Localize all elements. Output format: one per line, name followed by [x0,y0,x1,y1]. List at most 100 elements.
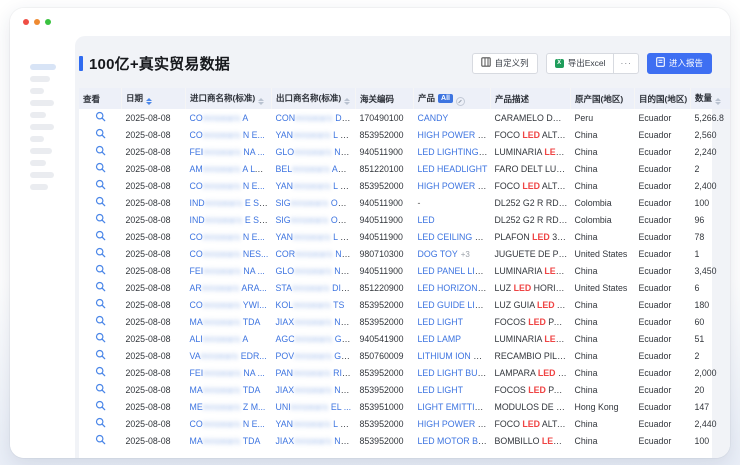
view-detail-icon[interactable] [95,264,106,275]
exporter-link[interactable]: BELmnoears AND... [276,164,356,174]
view-detail-icon[interactable] [95,315,106,326]
product-link[interactable]: HIGH POWER LED F [418,181,491,191]
view-detail-icon[interactable] [95,298,106,309]
view-detail-icon[interactable] [95,230,106,241]
importer-link[interactable]: COmnoears NES... [190,249,269,259]
importer-link[interactable]: INDmnoears E SIS... [190,215,272,225]
importer-link[interactable]: MAmnoears TDA [190,317,261,327]
table-row[interactable]: 2025-08-08 COmnoears N E... YANmnoears L… [79,228,730,245]
importer-link[interactable]: VAmnoears EDR... [190,351,267,361]
exporter-link[interactable]: SIGmnoears OMB... [276,215,356,225]
exporter-link[interactable]: AGCmnoears G C... [276,334,356,344]
view-detail-icon[interactable] [95,366,106,377]
importer-link[interactable]: FEImnoears NA ... [190,368,265,378]
sort-icon[interactable] [715,98,721,105]
importer-link[interactable]: COmnoears N E... [190,181,265,191]
importer-link[interactable]: COmnoears N E... [190,419,265,429]
col-header-importer[interactable]: 进口商名称(标准) [186,88,272,109]
importer-link[interactable]: INDmnoears E SIS... [190,198,272,208]
importer-link[interactable]: MEmnoears Z M... [190,402,266,412]
table-row[interactable]: 2025-08-08 COmnoears NES... CORmnoears N… [79,245,730,262]
view-detail-icon[interactable] [95,349,106,360]
product-link[interactable]: HIGH POWER LED F [418,419,491,429]
view-detail-icon[interactable] [95,383,106,394]
product-link[interactable]: LIGHT EMITTIN [418,402,484,412]
product-link[interactable]: LED HORIZONTAL [418,283,491,293]
importer-link[interactable]: MAmnoears TDA [190,385,261,395]
enter-report-button[interactable]: 进入报告 [647,53,712,74]
importer-link[interactable]: AMmnoears A LTDA [190,164,272,174]
product-link[interactable]: LED HEADLIGHT [418,164,488,174]
more-actions-button[interactable]: ··· [613,53,639,74]
table-row[interactable]: 2025-08-08 FEImnoears NA ... GLOmnoears … [79,143,730,160]
window-close-button[interactable] [23,19,29,25]
product-more-count[interactable]: +1 [485,267,491,276]
view-detail-icon[interactable] [95,145,106,156]
customize-columns-button[interactable]: 自定义列 [472,53,538,74]
table-row[interactable]: 2025-08-08 ALImnoears A AGCmnoears G C..… [79,330,730,347]
table-row[interactable]: 2025-08-08 INDmnoears E SIS... SIGmnoear… [79,194,730,211]
table-row[interactable]: 2025-08-08 COmnoears YWI... KOLmnoears T… [79,296,730,313]
table-row[interactable]: 2025-08-08 MAmnoears TDA JIAXmnoears NGT… [79,381,730,398]
exporter-link[interactable]: KOLmnoears TS [276,300,345,310]
exporter-link[interactable]: YANmnoears L LI... [276,419,355,429]
table-row[interactable]: 2025-08-08 INDmnoears E SIS... SIGmnoear… [79,211,730,228]
exporter-link[interactable]: JIAXmnoears NGT... [276,317,356,327]
table-row[interactable]: 2025-08-08 COmnoears N E... YANmnoears L… [79,415,730,432]
table-row[interactable]: 2025-08-08 ARmnoears ARA... STAmnoears D… [79,279,730,296]
view-detail-icon[interactable] [95,128,106,139]
view-detail-icon[interactable] [95,213,106,224]
importer-link[interactable]: COmnoears A [190,113,249,123]
exporter-link[interactable]: YANmnoears L LI... [276,181,355,191]
col-header-date[interactable]: 日期 [122,88,186,109]
table-row[interactable]: 2025-08-08 AMmnoears A LTDA BELmnoears A… [79,160,730,177]
exporter-link[interactable]: CORmnoears NES... [276,249,356,259]
view-detail-icon[interactable] [95,400,106,411]
product-link[interactable]: LED CEILING LIGHT [418,232,491,242]
sort-icon[interactable] [146,98,152,105]
product-link[interactable]: HIGH POWER LED F [418,130,491,140]
importer-link[interactable]: MAmnoears TDA [190,436,261,446]
importer-link[interactable]: FEImnoears NA ... [190,266,265,276]
export-excel-button[interactable]: X 导出Excel [546,53,615,74]
table-row[interactable]: 2025-08-08 FEImnoears NA ... PANmnoears … [79,364,730,381]
product-link[interactable]: LED LIGHT [418,385,463,395]
exporter-link[interactable]: UNImnoears EL ... [276,402,352,412]
table-row[interactable]: 2025-08-08 COmnoears A CONmnoears DEL ..… [79,109,730,126]
importer-link[interactable]: FEImnoears NA ... [190,147,265,157]
product-link[interactable]: LED [418,215,435,225]
exporter-link[interactable]: JIAXmnoears NGT... [276,385,356,395]
table-row[interactable]: 2025-08-08 COmnoears N E... YANmnoears L… [79,177,730,194]
product-link[interactable]: LITHIUM ION BATTE [418,351,491,361]
exporter-link[interactable]: CONmnoears DEL ... [276,113,356,123]
exporter-link[interactable]: POVmnoears GR... [276,351,355,361]
table-row[interactable]: 2025-08-08 COmnoears N E... YANmnoears L… [79,126,730,143]
view-detail-icon[interactable] [95,179,106,190]
importer-link[interactable]: COmnoears N E... [190,130,265,140]
exporter-link[interactable]: GLOmnoears NT ... [276,147,356,157]
product-link[interactable]: LED LAMP [418,334,462,344]
product-edit-icon[interactable] [456,97,465,106]
product-more-count[interactable]: +1 [484,403,491,412]
product-link[interactable]: CANDY [418,113,449,123]
importer-link[interactable]: ALImnoears A [190,334,249,344]
exporter-link[interactable]: YANmnoears L LI... [276,130,355,140]
product-link[interactable]: LED LIGHTING [418,147,488,157]
product-link[interactable]: DOG TOY [418,249,458,259]
view-detail-icon[interactable] [95,332,106,343]
product-link[interactable]: LED LIGHT BULB [418,368,489,378]
view-detail-icon[interactable] [95,196,106,207]
sort-icon[interactable] [258,98,264,105]
view-detail-icon[interactable] [95,434,106,445]
window-zoom-button[interactable] [45,19,51,25]
importer-link[interactable]: COmnoears YWI... [190,300,267,310]
product-link[interactable]: LED LIGHT [418,317,463,327]
table-row[interactable]: 2025-08-08 MEmnoears Z M... UNImnoears E… [79,398,730,415]
view-detail-icon[interactable] [95,162,106,173]
table-row[interactable]: 2025-08-08 VAmnoears EDR... POVmnoears G… [79,347,730,364]
importer-link[interactable]: ARmnoears ARA... [190,283,267,293]
window-minimize-button[interactable] [34,19,40,25]
view-detail-icon[interactable] [95,247,106,258]
col-header-quantity[interactable]: 数量 [691,88,731,109]
product-more-count[interactable]: +3 [461,250,470,259]
